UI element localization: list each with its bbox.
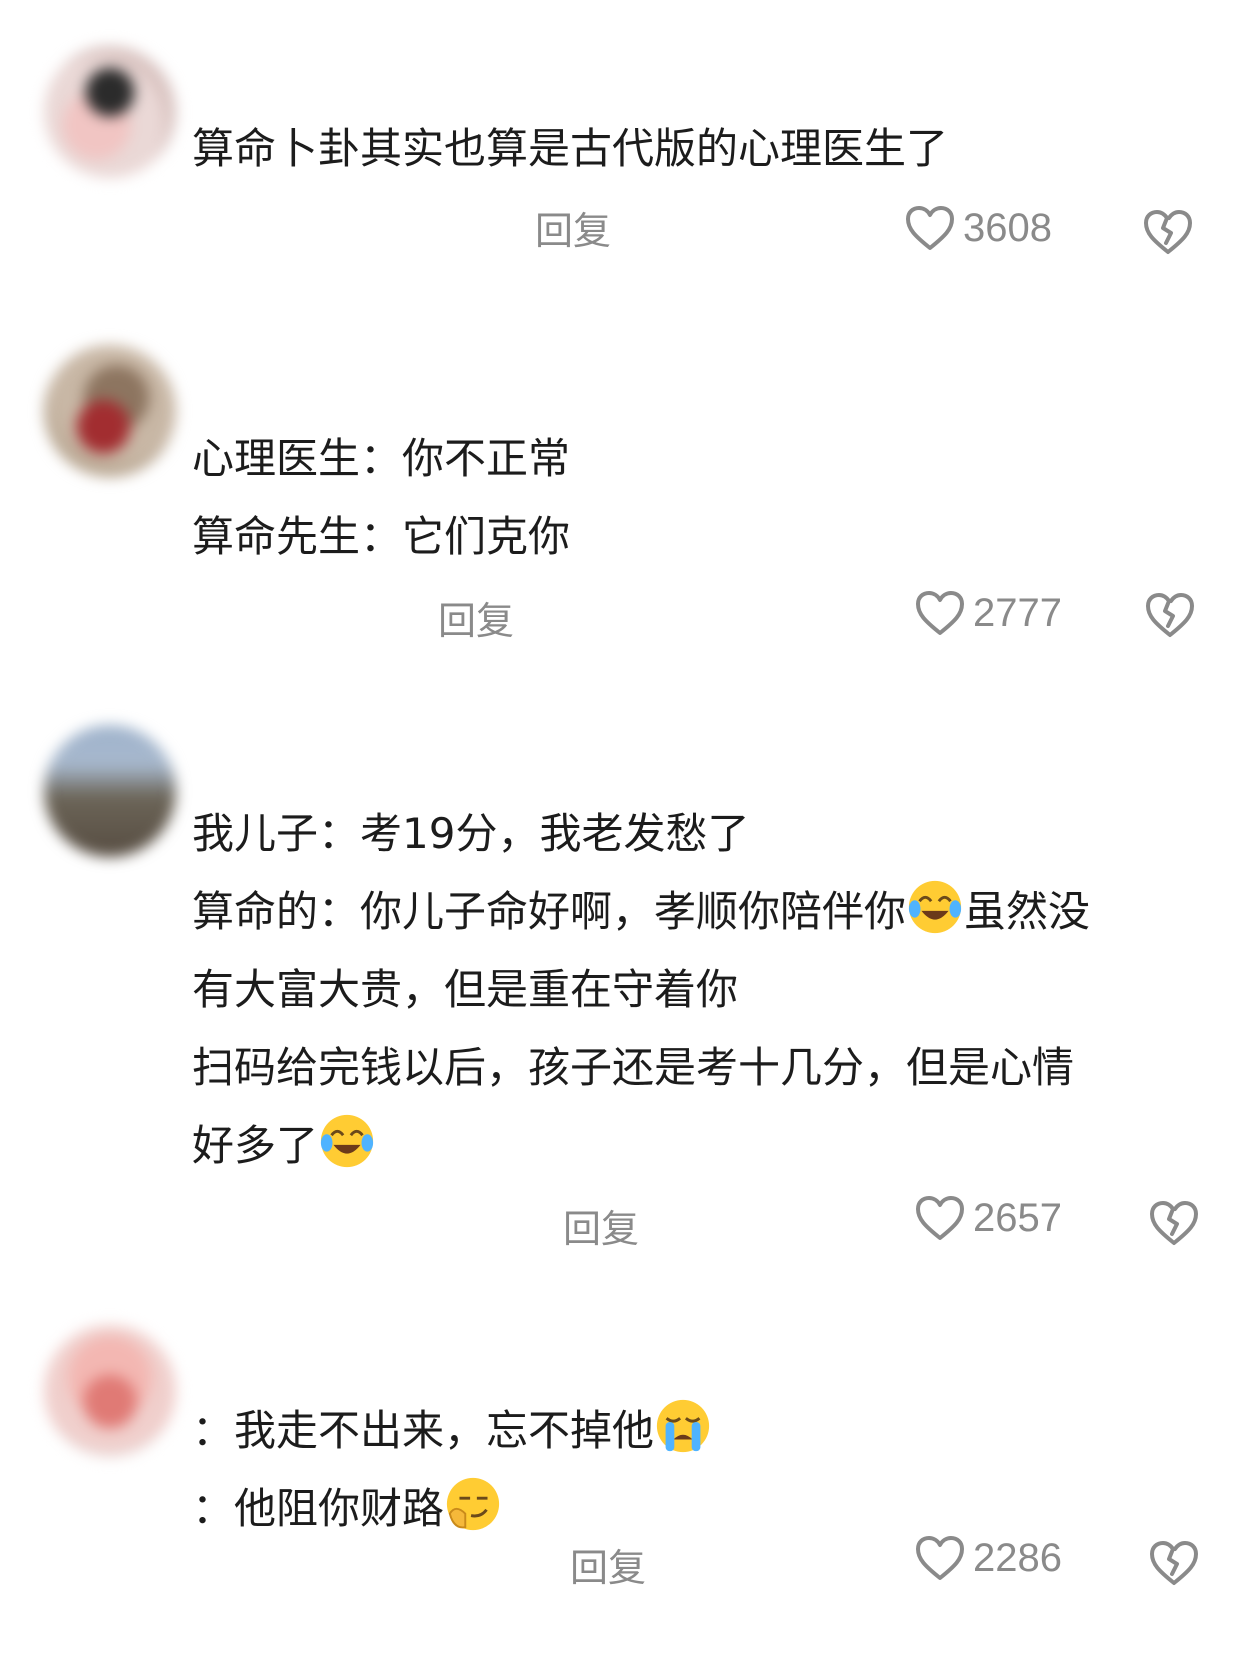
reply-button[interactable]: 回复 bbox=[570, 1537, 646, 1592]
comment-line: 算命的：你儿子命好啊，孝顺你陪伴你 虽然没 bbox=[192, 873, 1090, 951]
reply-button[interactable]: 回复 bbox=[563, 1198, 639, 1253]
like-button[interactable]: 2777 bbox=[915, 590, 1062, 636]
reply-button[interactable]: 回复 bbox=[535, 200, 611, 255]
tears-of-joy-emoji bbox=[320, 1114, 374, 1168]
heart-outline-icon bbox=[916, 591, 964, 635]
comment-text: ：我走不出来，忘不掉他 ：他阻你财路 bbox=[192, 1392, 712, 1548]
like-button[interactable]: 3608 bbox=[905, 205, 1052, 251]
comment-line: 心理医生：你不正常 bbox=[192, 434, 571, 483]
like-count: 2286 bbox=[973, 1535, 1062, 1580]
like-button[interactable]: 2657 bbox=[915, 1195, 1062, 1241]
like-count: 2777 bbox=[973, 590, 1062, 635]
comment-line: 我儿子：考19分，我老发愁了 bbox=[192, 809, 750, 858]
broken-heart-icon[interactable] bbox=[1149, 1200, 1199, 1246]
comment-text: 我儿子：考19分，我老发愁了 算命的：你儿子命好啊，孝顺你陪伴你 虽然没 有大富大… bbox=[192, 795, 1090, 1185]
comment-line-part: ：我走不出来，忘不掉他 bbox=[192, 1406, 655, 1455]
tears-of-joy-emoji bbox=[908, 880, 962, 934]
like-count: 2657 bbox=[973, 1195, 1062, 1240]
avatar[interactable] bbox=[44, 345, 176, 477]
comment-text: 心理医生：你不正常 算命先生：它们克你 bbox=[192, 420, 570, 576]
comment-line: ：我走不出来，忘不掉他 bbox=[192, 1392, 712, 1470]
reply-button[interactable]: 回复 bbox=[438, 590, 514, 645]
comment-line: 算命先生：它们克你 bbox=[192, 512, 571, 561]
like-button[interactable]: 2286 bbox=[915, 1535, 1062, 1581]
comment-line-part: ：他阻你财路 bbox=[192, 1484, 445, 1533]
comment-line: 有大富大贵，但是重在守着你 bbox=[192, 965, 739, 1014]
broken-heart-icon[interactable] bbox=[1145, 592, 1195, 638]
broken-heart-icon[interactable] bbox=[1143, 209, 1193, 255]
comment-line: 扫码给完钱以后，孩子还是考十几分，但是心情 bbox=[192, 1043, 1075, 1092]
like-count: 3608 bbox=[963, 205, 1052, 250]
heart-outline-icon bbox=[906, 206, 954, 250]
comment-text: 算命卜卦其实也算是古代版的心理医生了 bbox=[192, 110, 948, 188]
loudly-crying-emoji bbox=[656, 1399, 710, 1453]
avatar[interactable] bbox=[44, 725, 176, 857]
comment-line: 好多了 bbox=[192, 1107, 1090, 1185]
thinking-smirk-emoji bbox=[446, 1477, 500, 1531]
comment-line-part: 算命的：你儿子命好啊，孝顺你陪伴你 bbox=[192, 887, 907, 936]
comment-line-part: 虽然没 bbox=[964, 887, 1091, 936]
heart-outline-icon bbox=[916, 1196, 964, 1240]
broken-heart-icon[interactable] bbox=[1149, 1540, 1199, 1586]
comment-line-part: 好多了 bbox=[192, 1121, 319, 1170]
avatar[interactable] bbox=[44, 1325, 176, 1457]
avatar[interactable] bbox=[44, 46, 176, 178]
comment-line: 算命卜卦其实也算是古代版的心理医生了 bbox=[192, 124, 949, 173]
heart-outline-icon bbox=[916, 1536, 964, 1580]
